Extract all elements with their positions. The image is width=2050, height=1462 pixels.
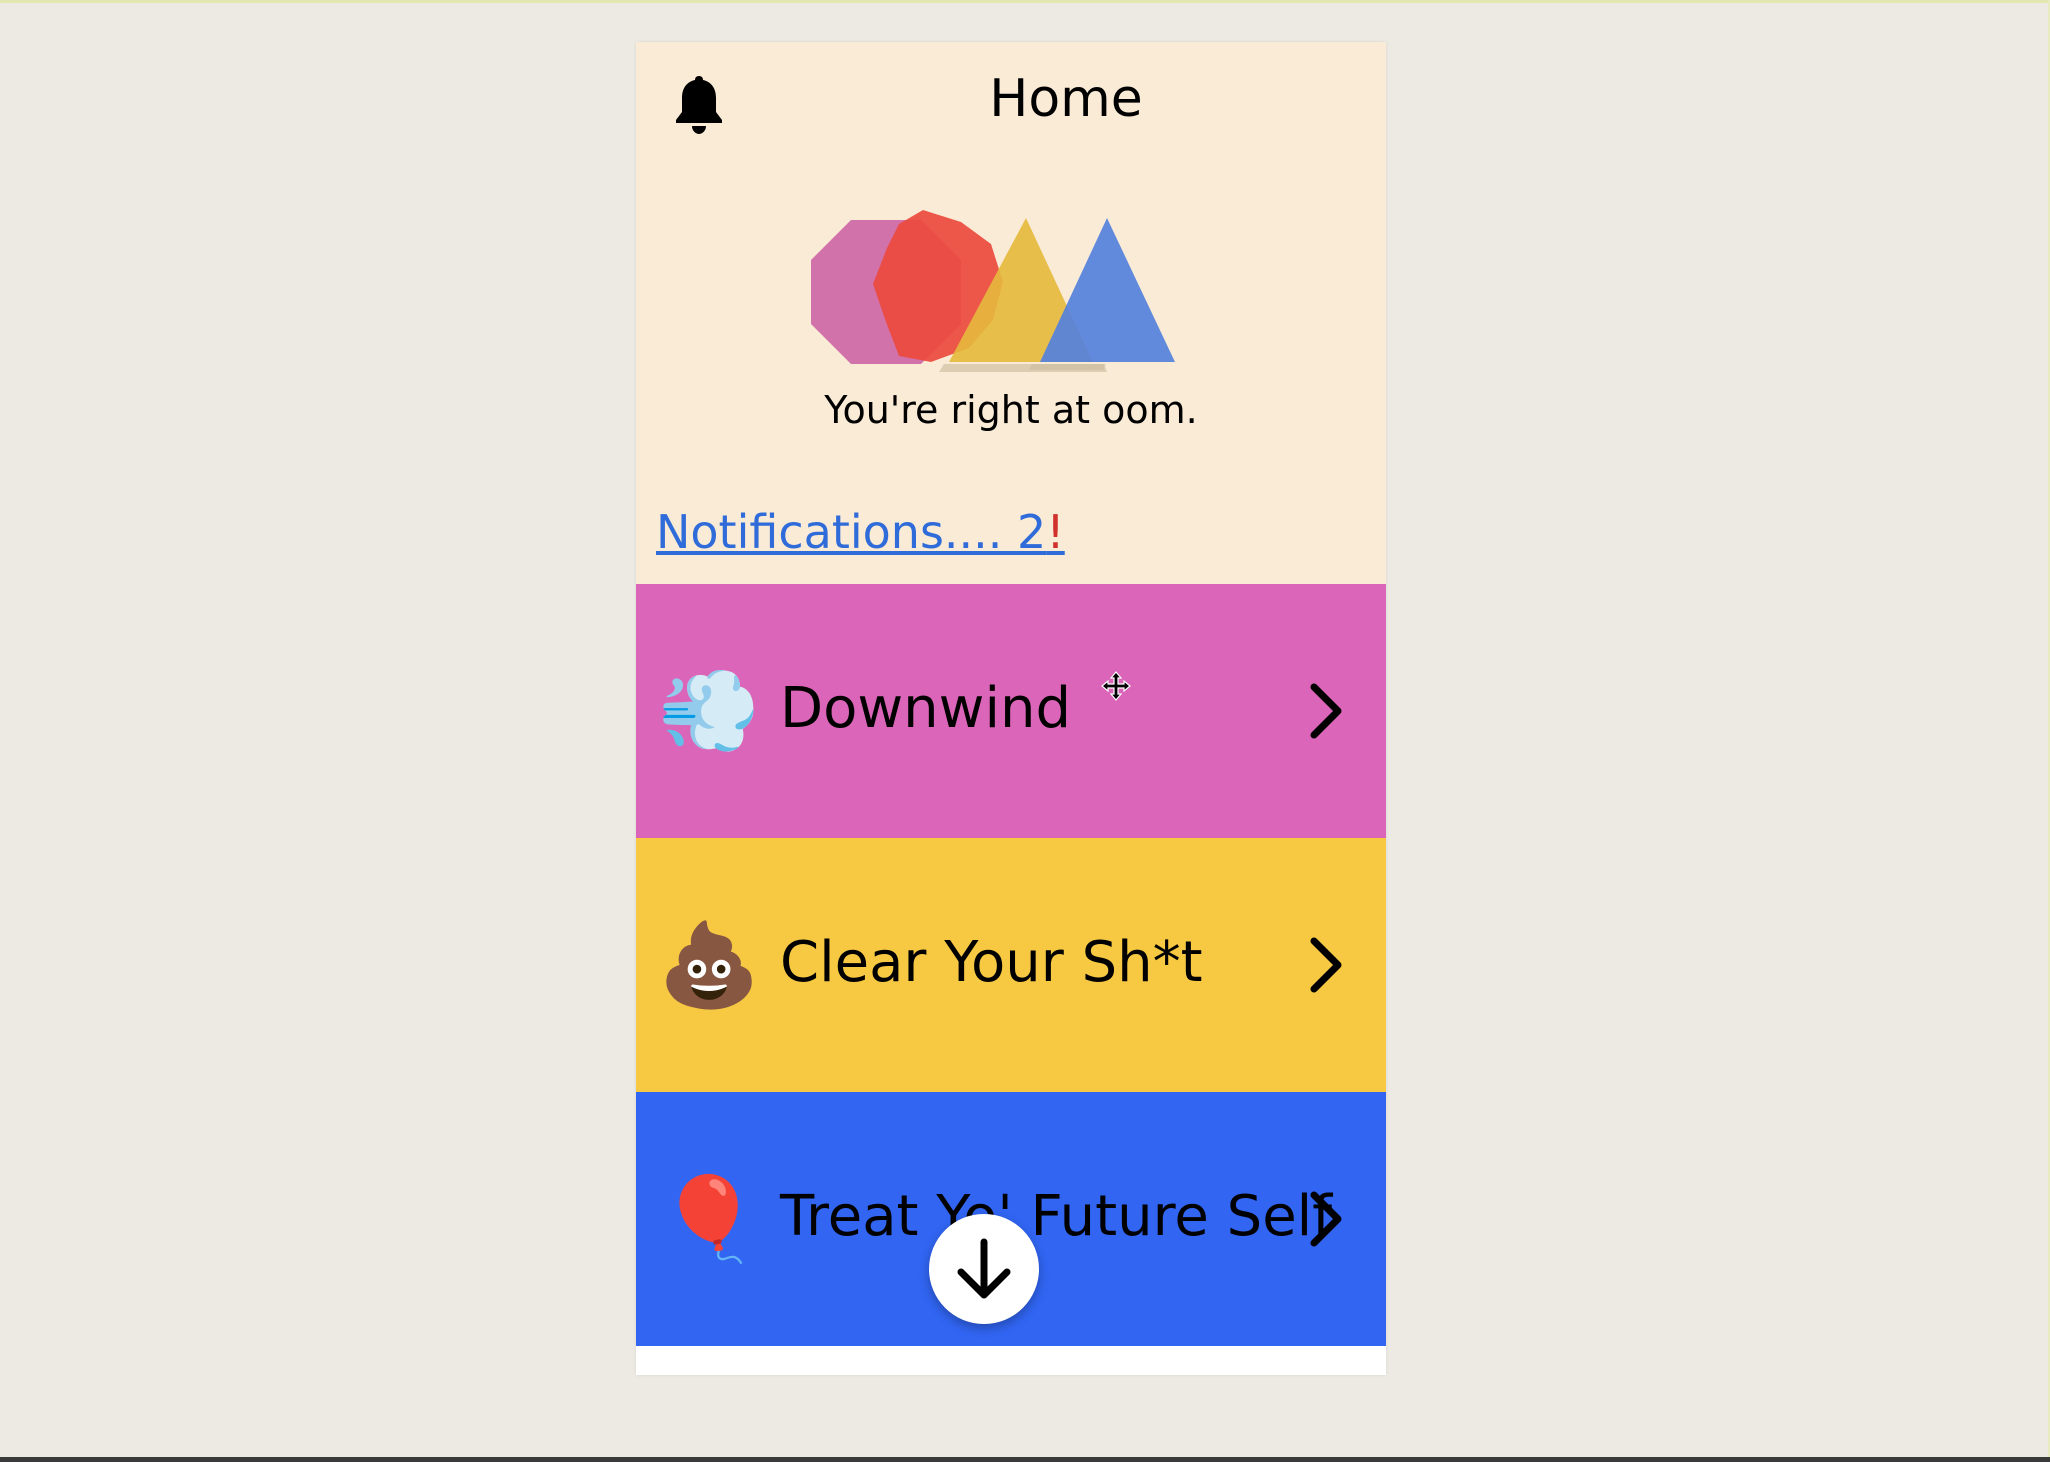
- scroll-down-button[interactable]: [929, 1214, 1039, 1324]
- menu-row-clear-your-sht[interactable]: 💩 Clear Your Sh*t: [636, 838, 1386, 1092]
- chevron-right-icon: [1310, 683, 1342, 739]
- notifications-link[interactable]: Notifications.... 2!: [656, 500, 1065, 564]
- tagline: You're right at oom.: [824, 388, 1198, 432]
- chevron-right-icon: [1310, 937, 1342, 993]
- menu-row-label: Downwind: [780, 676, 1072, 741]
- arrow-down-icon: [957, 1238, 1011, 1299]
- notifications-label: Notifications.... 2: [656, 505, 1047, 559]
- window-top-edge: [0, 0, 2050, 3]
- window-bottom-edge: [0, 1457, 2050, 1462]
- home-header-panel: Home You're right at oom. Notifications.…: [636, 42, 1386, 584]
- balloon-icon: 🎈: [658, 1172, 761, 1267]
- poop-icon: 💩: [658, 918, 761, 1013]
- page-title: Home: [989, 69, 1143, 129]
- notifications-alert-mark: !: [1046, 505, 1065, 559]
- menu-row-label: Treat Yo' Future Self: [780, 1184, 1332, 1249]
- move-cursor-icon: [1101, 671, 1131, 701]
- wind-icon: 💨: [658, 664, 761, 759]
- app-screen: Home You're right at oom. Notifications.…: [636, 42, 1386, 1375]
- menu-row-label: Clear Your Sh*t: [780, 930, 1203, 995]
- menu-row-downwind[interactable]: 💨 Downwind: [636, 584, 1386, 838]
- chevron-right-icon: [1310, 1191, 1342, 1247]
